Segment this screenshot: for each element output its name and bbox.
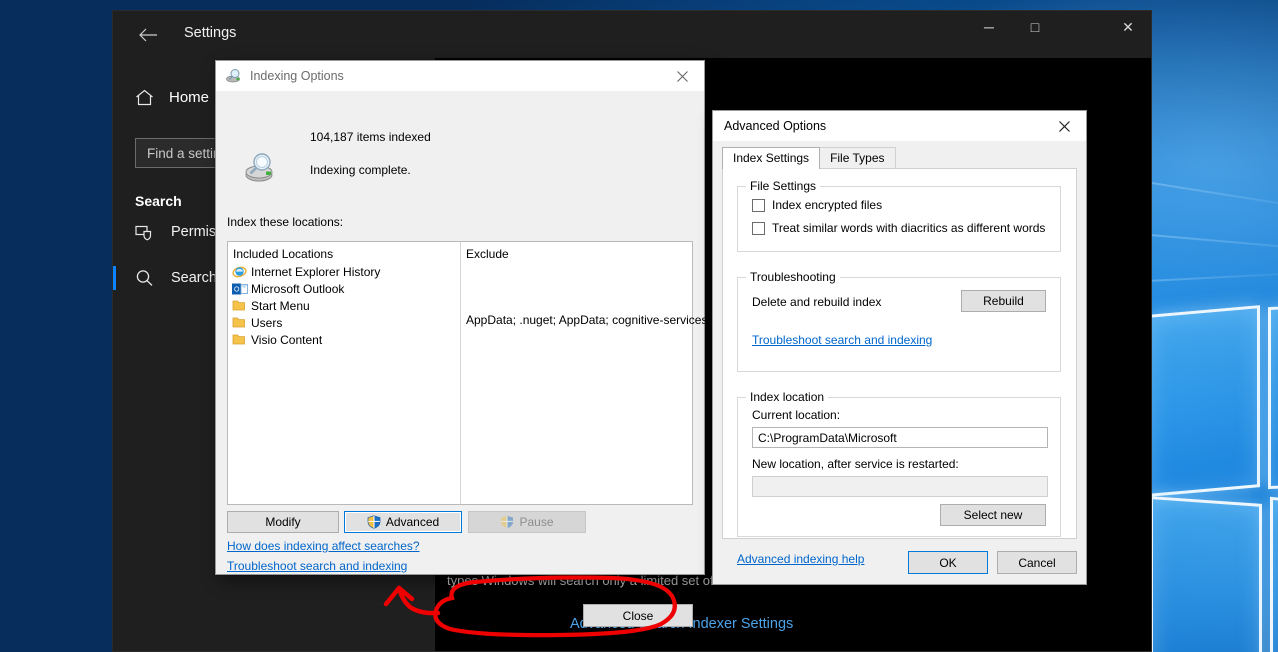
- advanced-options-title: Advanced Options: [724, 119, 827, 133]
- tab-file-types[interactable]: File Types: [819, 147, 896, 169]
- index-settings-tabpage: File Settings Index encrypted files Trea…: [722, 168, 1077, 566]
- dialog-footer: OK Cancel: [908, 551, 1077, 574]
- cancel-button[interactable]: Cancel: [997, 551, 1077, 574]
- back-arrow-glyph: [139, 28, 157, 42]
- close-button[interactable]: ✕: [1105, 11, 1151, 43]
- index-encrypted-files-label: Index encrypted files: [772, 198, 883, 212]
- wallpaper-logo-pane: [1268, 300, 1278, 490]
- index-location-group-label: Index location: [746, 390, 829, 404]
- new-location-label: New location, after service is restarted…: [752, 457, 959, 471]
- list-item-label: Visio Content: [251, 333, 323, 347]
- back-arrow-icon[interactable]: [131, 22, 165, 48]
- index-locations-label: Index these locations:: [227, 215, 344, 229]
- exclude-column: Exclude AppData; .nuget; AppData; cognit…: [461, 242, 717, 504]
- current-location-field[interactable]: C:\ProgramData\Microsoft: [752, 427, 1048, 448]
- current-location-value: C:\ProgramData\Microsoft: [758, 430, 897, 445]
- indexing-options-icon: [225, 68, 243, 84]
- maximize-button[interactable]: □: [1012, 11, 1058, 43]
- list-item-label: Start Menu: [251, 299, 310, 313]
- pause-button: Pause: [468, 511, 586, 533]
- close-icon[interactable]: [1042, 111, 1086, 141]
- ok-button[interactable]: OK: [908, 551, 988, 574]
- home-icon: [135, 89, 169, 106]
- new-location-field[interactable]: [752, 476, 1048, 497]
- modify-button[interactable]: Modify: [227, 511, 339, 533]
- tabstrip: Index Settings File Types: [722, 147, 896, 169]
- file-settings-group: File Settings Index encrypted files Trea…: [737, 179, 1061, 252]
- troubleshoot-search-and-indexing-link[interactable]: Troubleshoot search and indexing: [752, 333, 932, 347]
- how-does-indexing-affect-searches-link[interactable]: How does indexing affect searches?: [227, 539, 420, 553]
- rebuild-button[interactable]: Rebuild: [961, 290, 1046, 312]
- list-item-label: Microsoft Outlook: [251, 282, 345, 296]
- list-item[interactable]: Visio Content: [232, 332, 322, 348]
- diacritics-row[interactable]: Treat similar words with diacritics as d…: [752, 221, 1045, 235]
- list-item[interactable]: Users: [232, 315, 282, 331]
- advanced-options-dialog: Advanced Options Index Settings File Typ…: [712, 110, 1087, 585]
- indexing-status-text: Indexing complete.: [310, 163, 411, 177]
- advanced-button[interactable]: Advanced: [344, 511, 462, 533]
- current-location-label: Current location:: [752, 408, 841, 422]
- advanced-options-titlebar: Advanced Options: [713, 111, 1086, 141]
- close-icon[interactable]: [660, 61, 704, 91]
- list-item[interactable]: O Microsoft Outlook: [232, 281, 344, 297]
- folder-icon: [232, 316, 248, 330]
- indexing-options-titlebar: Indexing Options: [216, 61, 704, 91]
- wallpaper-logo-pane: [1148, 305, 1260, 497]
- list-item-label: Internet Explorer History: [251, 265, 381, 279]
- sidebar-home-label: Home: [169, 88, 210, 106]
- wallpaper-logo-pane: [1150, 496, 1262, 652]
- indexing-options-body: 104,187 items indexed Indexing complete.…: [216, 91, 717, 627]
- included-locations-column: Included Locations Internet Explorer His…: [228, 242, 461, 504]
- diacritics-checkbox[interactable]: [752, 221, 765, 235]
- indexing-options-title: Indexing Options: [250, 69, 344, 83]
- column-header-exclude: Exclude: [466, 247, 509, 261]
- uac-shield-icon: [367, 515, 381, 529]
- svg-text:O: O: [234, 287, 240, 294]
- delete-rebuild-index-text: Delete and rebuild index: [752, 295, 882, 309]
- shield-permissions-icon: [135, 224, 171, 241]
- column-header-included: Included Locations: [233, 247, 334, 261]
- window-title: Settings: [184, 25, 237, 41]
- index-locations-list[interactable]: Included Locations Internet Explorer His…: [227, 241, 717, 505]
- list-item-label: Users: [251, 316, 283, 330]
- items-indexed-text: 104,187 items indexed: [310, 130, 431, 144]
- troubleshoot-search-and-indexing-link[interactable]: Troubleshoot search and indexing: [227, 559, 407, 573]
- minimize-button[interactable]: ─: [966, 11, 1012, 43]
- folder-icon: [232, 299, 248, 313]
- indexing-status-icon: [242, 151, 278, 185]
- content-clipped-text: types Windows will search only a limited…: [447, 573, 757, 588]
- outlook-icon: O: [232, 282, 248, 296]
- exclude-value: AppData; .nuget; AppData; cognitive-serv…: [466, 313, 718, 327]
- select-new-button[interactable]: Select new: [940, 504, 1046, 526]
- folder-icon: [232, 333, 248, 347]
- internet-explorer-icon: [232, 265, 248, 279]
- uac-shield-icon-disabled: [500, 515, 514, 529]
- index-encrypted-files-row[interactable]: Index encrypted files: [752, 198, 882, 212]
- troubleshooting-group-label: Troubleshooting: [746, 270, 840, 284]
- index-location-group: Index location Current location: C:\Prog…: [737, 390, 1061, 537]
- advanced-button-label: Advanced: [385, 515, 440, 529]
- advanced-options-body: Index Settings File Types File Settings …: [713, 141, 1086, 584]
- diacritics-label: Treat similar words with diacritics as d…: [772, 221, 1046, 235]
- settings-titlebar: Settings ─ □ ✕: [113, 11, 1151, 58]
- troubleshooting-group: Troubleshooting Delete and rebuild index…: [737, 270, 1061, 372]
- pause-button-label: Pause: [519, 515, 554, 529]
- wallpaper-logo-pane: [1270, 496, 1278, 652]
- close-dialog-button[interactable]: Close: [583, 604, 693, 627]
- index-encrypted-files-checkbox[interactable]: [752, 198, 765, 212]
- indexing-options-dialog: Indexing Options 104,187 items indexed I…: [215, 60, 717, 627]
- list-item[interactable]: Internet Explorer History: [232, 264, 380, 280]
- file-settings-group-label: File Settings: [746, 179, 821, 193]
- advanced-indexing-help-link[interactable]: Advanced indexing help: [737, 552, 864, 566]
- search-magnifier-icon: [135, 269, 171, 287]
- tab-index-settings[interactable]: Index Settings: [722, 147, 821, 169]
- list-item[interactable]: Start Menu: [232, 298, 310, 314]
